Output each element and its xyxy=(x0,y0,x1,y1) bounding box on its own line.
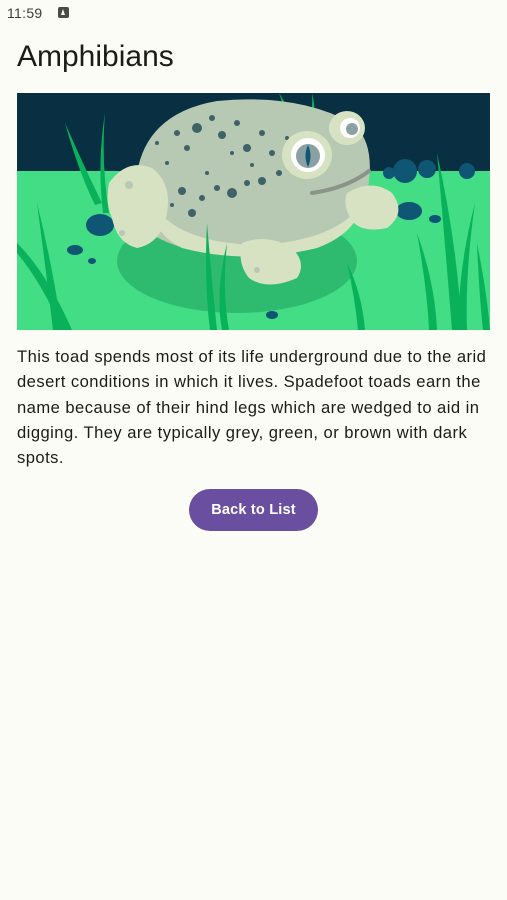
status-time: 11:59 xyxy=(7,5,43,21)
page-title: Amphibians xyxy=(17,40,174,73)
toad-illustration xyxy=(17,93,490,330)
app-notification-icon xyxy=(58,7,69,18)
hero-image xyxy=(17,93,490,330)
description-text: This toad spends most of its life underg… xyxy=(17,347,487,468)
status-bar: 11:59 xyxy=(0,0,507,26)
back-to-list-button[interactable]: Back to List xyxy=(189,489,318,531)
